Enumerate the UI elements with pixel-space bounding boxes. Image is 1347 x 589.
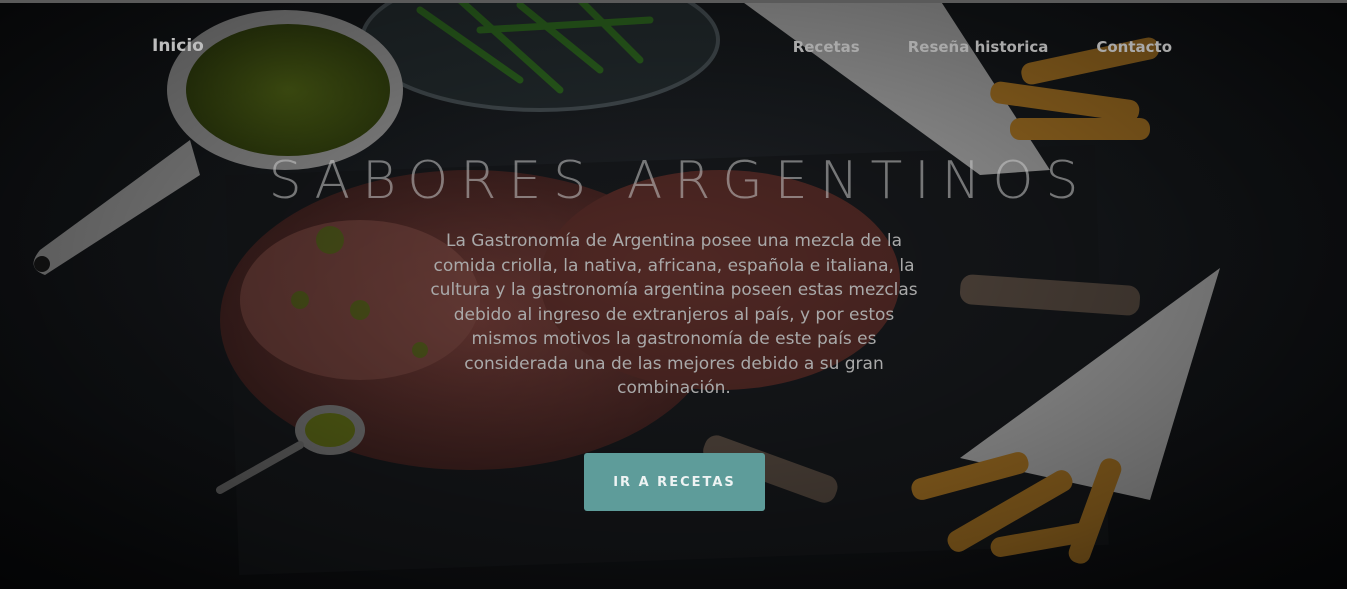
top-border [0, 0, 1347, 3]
nav-link-contacto[interactable]: Contacto [1096, 38, 1172, 56]
hero-description: La Gastronomía de Argentina posee una me… [430, 231, 918, 398]
nav-links: Recetas Reseña historica Contacto [793, 38, 1172, 56]
nav-link-resena-historica[interactable]: Reseña historica [908, 38, 1049, 56]
nav-brand-inicio[interactable]: Inicio [152, 36, 204, 56]
nav-link-recetas[interactable]: Recetas [793, 38, 860, 56]
top-navigation: Inicio Recetas Reseña historica Contacto [0, 36, 1347, 60]
ir-a-recetas-button[interactable]: IR A RECETAS [584, 453, 765, 511]
hero-title: SABORES ARGENTINOS [268, 150, 1091, 211]
